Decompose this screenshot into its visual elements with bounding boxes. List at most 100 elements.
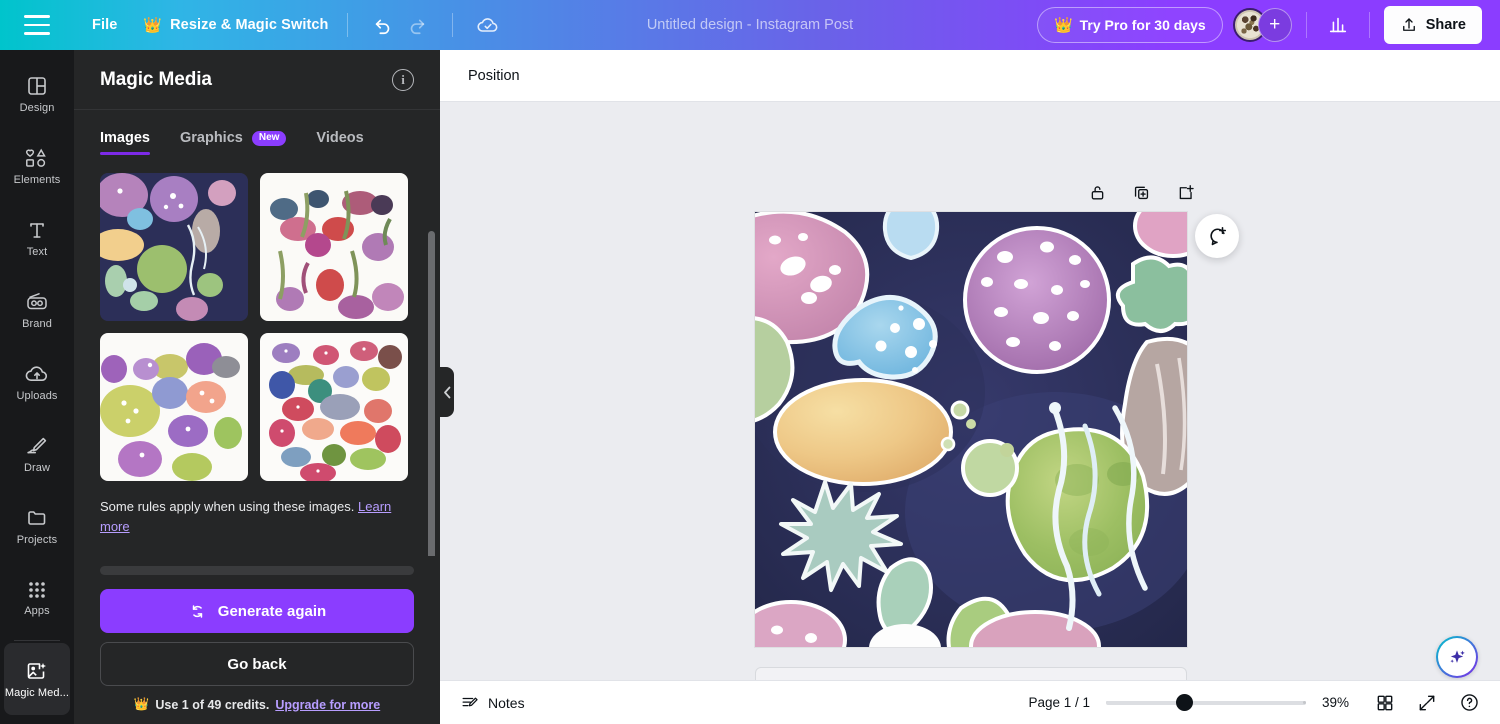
zoom-value: 39% xyxy=(1322,695,1350,710)
page-indicator: Page 1 / 1 xyxy=(1028,695,1090,710)
generated-image-2[interactable] xyxy=(260,173,408,321)
sidebar-item-uploads[interactable]: Uploads xyxy=(4,346,70,418)
generated-image-4[interactable] xyxy=(260,333,408,481)
sidebar-item-label: Magic Med... xyxy=(4,687,70,699)
file-menu-button[interactable]: File xyxy=(92,17,117,33)
upgrade-link[interactable]: Upgrade for more xyxy=(275,698,380,712)
design-title[interactable]: Untitled design - Instagram Post xyxy=(647,17,853,33)
sidebar-item-elements[interactable]: Elements xyxy=(4,130,70,202)
topbar-right-group: 👑 Try Pro for 30 days + Share xyxy=(1036,6,1500,44)
sidebar-item-projects[interactable]: Projects xyxy=(4,490,70,562)
divider xyxy=(346,13,348,37)
collaborators: + xyxy=(1232,8,1292,42)
pen-draw-icon xyxy=(27,437,47,454)
info-circle-icon[interactable]: i xyxy=(392,68,414,91)
design-page-1[interactable] xyxy=(755,212,1187,647)
zoom-slider-track[interactable] xyxy=(1106,700,1306,705)
tab-graphics[interactable]: Graphics New xyxy=(179,130,287,155)
credits-label: Use 1 of 49 credits. xyxy=(155,697,270,712)
context-toolbar: Position xyxy=(440,50,1500,102)
cloud-check-icon[interactable] xyxy=(471,8,505,42)
shapes-icon xyxy=(25,148,46,167)
help-circle-icon[interactable] xyxy=(1456,690,1482,716)
generate-again-label: Generate again xyxy=(217,602,327,620)
sidebar-item-label: Brand xyxy=(22,318,52,330)
go-back-label: Go back xyxy=(227,655,287,673)
add-comment-button[interactable] xyxy=(1195,214,1239,258)
collapse-panel-handle[interactable] xyxy=(440,367,454,417)
usage-rules-text: Some rules apply when using these images… xyxy=(100,497,400,537)
fullscreen-icon[interactable] xyxy=(1414,690,1440,716)
share-upload-icon xyxy=(1402,18,1415,31)
divider xyxy=(1368,12,1370,38)
tab-videos[interactable]: Videos xyxy=(316,130,363,155)
slider-max-dot xyxy=(1303,701,1306,704)
divider xyxy=(1305,12,1307,38)
hamburger-icon[interactable] xyxy=(24,15,50,35)
resize-magic-switch-button[interactable]: 👑 Resize & Magic Switch xyxy=(143,17,328,33)
new-badge: New xyxy=(251,130,287,146)
editor-area: Position xyxy=(440,50,1500,724)
add-page-icon[interactable] xyxy=(1173,180,1197,204)
magic-media-icon xyxy=(27,663,46,679)
prompt-field-stub[interactable] xyxy=(100,566,414,575)
try-pro-label: Try Pro for 30 days xyxy=(1079,17,1206,33)
grid-view-icon[interactable] xyxy=(1372,690,1398,716)
add-collaborator-button[interactable]: + xyxy=(1257,8,1292,42)
sparkle-icon xyxy=(1450,650,1465,663)
lock-page-icon[interactable] xyxy=(1085,180,1109,204)
sidebar-item-magic-media[interactable]: Magic Med... xyxy=(4,643,70,715)
page-tools xyxy=(1085,180,1197,204)
zoom-slider-thumb[interactable] xyxy=(1176,694,1193,711)
zoom-slider[interactable] xyxy=(1106,693,1306,713)
sidebar-item-label: Uploads xyxy=(16,390,58,402)
bottom-right-group: Page 1 / 1 39% xyxy=(1028,690,1500,716)
position-button[interactable]: Position xyxy=(458,61,530,91)
share-button[interactable]: Share xyxy=(1383,6,1482,44)
sidebar-item-draw[interactable]: Draw xyxy=(4,418,70,490)
text-t-icon xyxy=(30,223,44,238)
panel-scrollbar[interactable] xyxy=(428,231,435,556)
notes-label: Notes xyxy=(488,694,525,711)
sidebar-item-design[interactable]: Design xyxy=(4,58,70,130)
redo-icon[interactable] xyxy=(400,8,434,42)
generated-image-3[interactable] xyxy=(100,333,248,481)
grid-dots-icon xyxy=(29,582,45,598)
canva-editor-window: File 👑 Resize & Magic Switch Untitled de… xyxy=(0,0,1500,724)
tab-images[interactable]: Images xyxy=(100,130,150,155)
bottom-toolbar: Notes Page 1 / 1 39% xyxy=(440,680,1500,724)
crown-icon: 👑 xyxy=(143,16,163,34)
rules-label: Some rules apply when using these images… xyxy=(100,499,355,514)
sidebar-item-label: Projects xyxy=(16,534,58,546)
left-sidebar: Design Elements Text Brand Uploads Draw … xyxy=(0,50,74,724)
sidebar-item-apps[interactable]: Apps xyxy=(4,562,70,634)
go-back-button[interactable]: Go back xyxy=(100,642,414,686)
resize-label: Resize & Magic Switch xyxy=(170,17,329,33)
top-toolbar: File 👑 Resize & Magic Switch Untitled de… xyxy=(0,0,1500,50)
tab-label: Graphics xyxy=(179,130,243,146)
duplicate-page-icon[interactable] xyxy=(1129,180,1153,204)
refresh-icon xyxy=(192,604,203,618)
sidebar-item-text[interactable]: Text xyxy=(4,202,70,274)
try-pro-button[interactable]: 👑 Try Pro for 30 days xyxy=(1036,7,1223,43)
brand-radio-icon xyxy=(27,293,47,310)
generated-image-1[interactable] xyxy=(100,173,248,321)
magic-media-panel: Magic Media i Images Graphics New Videos xyxy=(74,50,440,724)
share-label: Share xyxy=(1425,17,1466,33)
crown-icon: 👑 xyxy=(1053,16,1073,34)
sidebar-item-brand[interactable]: Brand xyxy=(4,274,70,346)
bar-chart-icon[interactable] xyxy=(1321,8,1355,42)
canvas-area: + Add page xyxy=(440,102,1500,724)
notes-button[interactable]: Notes xyxy=(460,693,525,712)
design-layout-icon xyxy=(28,77,46,95)
sidebar-item-label: Draw xyxy=(23,462,51,474)
tab-label: Images xyxy=(100,130,150,146)
generate-again-button[interactable]: Generate again xyxy=(100,589,414,633)
magic-studio-button[interactable] xyxy=(1436,636,1478,678)
panel-footer: Generate again Go back 👑 Use 1 of 49 cre… xyxy=(74,556,440,724)
panel-header: Magic Media i xyxy=(74,50,440,110)
undo-icon[interactable] xyxy=(366,8,400,42)
crown-icon: 👑 xyxy=(133,697,150,711)
panel-results: Some rules apply when using these images… xyxy=(74,155,440,556)
divider xyxy=(14,640,60,641)
